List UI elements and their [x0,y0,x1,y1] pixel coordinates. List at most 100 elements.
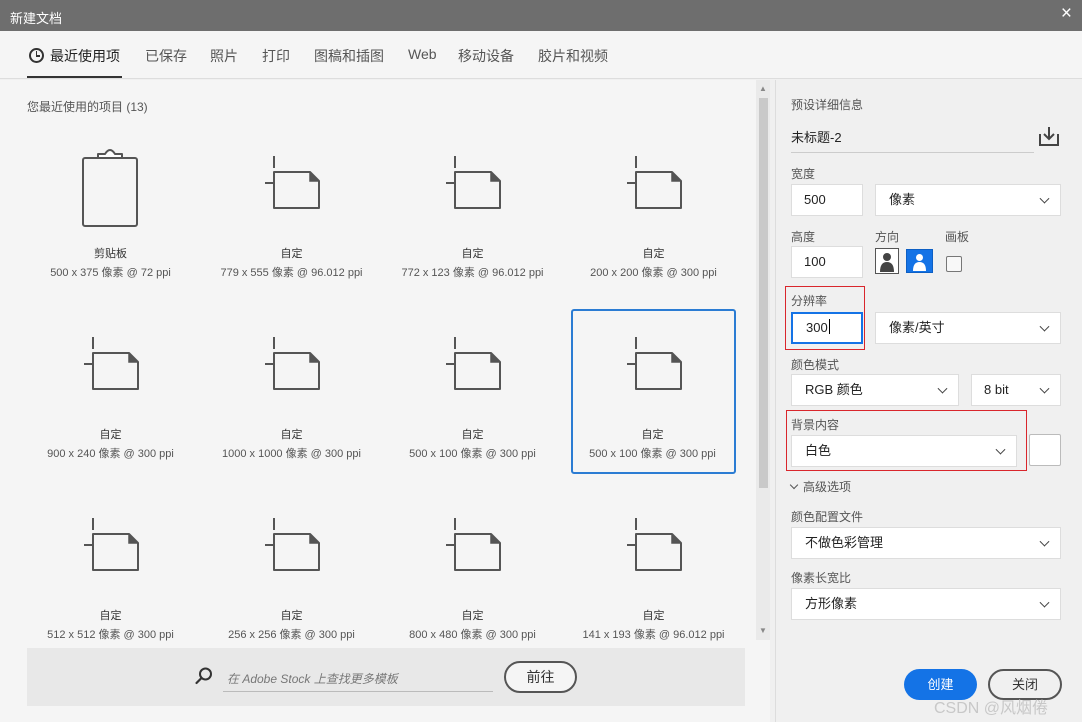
advanced-options-toggle[interactable]: 高级选项 [789,478,852,495]
tab-art-illustration[interactable]: 图稿和插图 [314,46,384,66]
resolution-unit-value: 像素/英寸 [889,320,945,335]
recent-item-name: 自定 [641,429,664,441]
height-input[interactable]: 100 [791,246,863,278]
recent-item-size: 500 x 100 像素 @ 300 ppi [409,448,536,460]
background-value: 白色 [805,443,832,458]
portrait-orientation-icon[interactable] [875,248,899,274]
recent-item[interactable]: 自定 779 x 555 像素 @ 96.012 ppi [209,128,374,293]
save-preset-icon[interactable] [1037,124,1061,148]
scroll-down-icon[interactable]: ▼ [759,626,767,635]
chevron-down-icon [1039,383,1050,394]
recent-item-size: 141 x 193 像素 @ 96.012 ppi [582,629,725,641]
tab-print[interactable]: 打印 [262,46,290,66]
tab-photo[interactable]: 照片 [210,46,238,66]
recent-item-name: 自定 [280,429,303,441]
recent-item[interactable]: 自定 772 x 123 像素 @ 96.012 ppi [390,128,555,293]
recent-item-name: 自定 [280,610,303,622]
recent-item-name: 自定 [642,248,665,260]
recent-item[interactable]: 自定 900 x 240 像素 @ 300 ppi [28,309,193,474]
go-button[interactable]: 前往 [504,661,577,693]
recent-item[interactable]: 自定 200 x 200 像素 @ 300 ppi [571,128,736,293]
color-mode-value: RGB 颜色 [805,382,863,397]
recent-item-size: 900 x 240 像素 @ 300 ppi [47,448,174,460]
recent-item[interactable]: 自定 800 x 480 像素 @ 300 ppi [390,490,555,655]
document-icon [84,337,139,390]
chevron-down-icon [995,444,1006,455]
recent-title: 您最近使用的项目 (13) [27,100,148,114]
recent-item-size: 200 x 200 像素 @ 300 ppi [590,267,717,279]
recent-item-name: 自定 [99,429,122,441]
chevron-down-icon [1039,597,1050,608]
orientation-label: 方向 [875,230,900,244]
chevron-down-icon [1039,321,1050,332]
width-label: 宽度 [791,167,816,181]
chevron-down-icon [937,383,948,394]
tab-label: 最近使用项 [50,48,120,64]
recent-item[interactable]: 自定 1000 x 1000 像素 @ 300 ppi [209,309,374,474]
tab-mobile[interactable]: 移动设备 [458,46,514,66]
recent-item-name: 自定 [99,610,122,622]
width-input[interactable]: 500 [791,184,863,216]
scroll-up-icon[interactable]: ▲ [759,84,767,93]
advanced-options-label: 高级选项 [803,480,852,494]
clock-icon [29,48,44,63]
close-icon[interactable]: × [1061,4,1072,24]
recent-item[interactable]: 自定 141 x 193 像素 @ 96.012 ppi [571,490,736,655]
clipboard-icon [82,149,138,227]
recent-item-size: 772 x 123 像素 @ 96.012 ppi [401,267,544,279]
resolution-value: 300 [806,320,828,335]
resolution-unit-select[interactable]: 像素/英寸 [875,312,1061,344]
landscape-orientation-icon[interactable] [906,249,933,273]
title-bar: 新建文档 × [0,0,1082,31]
document-name-input[interactable]: 未标题-2 [791,127,1034,153]
window-title: 新建文档 [10,11,63,26]
tab-web[interactable]: Web [408,46,437,62]
tab-recent[interactable]: 最近使用项 [27,46,122,78]
recent-item-size: 1000 x 1000 像素 @ 300 ppi [222,448,361,460]
chevron-down-icon [1039,536,1050,547]
artboard-checkbox[interactable] [946,256,962,272]
stock-search-input[interactable]: 在 Adobe Stock 上查找更多模板 [223,664,493,692]
width-unit-value: 像素 [889,192,916,207]
document-icon [84,518,139,571]
resolution-input[interactable]: 300 [791,312,863,344]
document-icon [446,156,501,209]
chevron-down-icon [789,480,799,490]
search-icon [195,667,212,685]
tab-bar: 最近使用项 已保存 照片 打印 图稿和插图 Web 移动设备 胶片和视频 [0,31,1082,79]
document-icon [627,156,682,209]
recent-item[interactable]: 自定 256 x 256 像素 @ 300 ppi [209,490,374,655]
resolution-label: 分辨率 [791,294,828,308]
pixel-aspect-select[interactable]: 方形像素 [791,588,1061,620]
recent-item[interactable]: 自定 500 x 100 像素 @ 300 ppi [571,309,736,474]
bit-depth-value: 8 bit [984,382,1009,397]
background-color-swatch[interactable] [1029,434,1061,466]
color-profile-select[interactable]: 不做色彩管理 [791,527,1061,559]
document-icon [627,518,682,571]
recent-item-size: 800 x 480 像素 @ 300 ppi [409,629,536,641]
scrollbar[interactable]: ▲ ▼ [756,80,770,640]
color-mode-select[interactable]: RGB 颜色 [791,374,959,406]
color-profile-value: 不做色彩管理 [805,535,884,550]
recent-item[interactable]: 剪贴板 500 x 375 像素 @ 72 ppi [28,128,193,293]
recent-item[interactable]: 自定 500 x 100 像素 @ 300 ppi [390,309,555,474]
recent-item[interactable]: 自定 512 x 512 像素 @ 300 ppi [28,490,193,655]
recent-item-name: 自定 [461,248,484,260]
width-unit-select[interactable]: 像素 [875,184,1061,216]
recent-item-name: 自定 [461,610,484,622]
document-icon [265,156,320,209]
recent-item-size: 512 x 512 像素 @ 300 ppi [47,629,174,641]
recent-item-name: 自定 [642,610,665,622]
scrollbar-thumb[interactable] [759,98,768,488]
tab-film-video[interactable]: 胶片和视频 [538,46,608,66]
background-select[interactable]: 白色 [791,435,1017,467]
bit-depth-select[interactable]: 8 bit [971,374,1061,406]
recent-item-name: 自定 [280,248,303,260]
color-profile-label: 颜色配置文件 [791,510,864,524]
document-icon [265,337,320,390]
recent-item-size: 256 x 256 像素 @ 300 ppi [228,629,355,641]
tab-saved[interactable]: 已保存 [145,46,187,66]
chevron-down-icon [1039,193,1050,204]
height-label: 高度 [791,230,816,244]
color-mode-label: 颜色模式 [791,358,840,372]
